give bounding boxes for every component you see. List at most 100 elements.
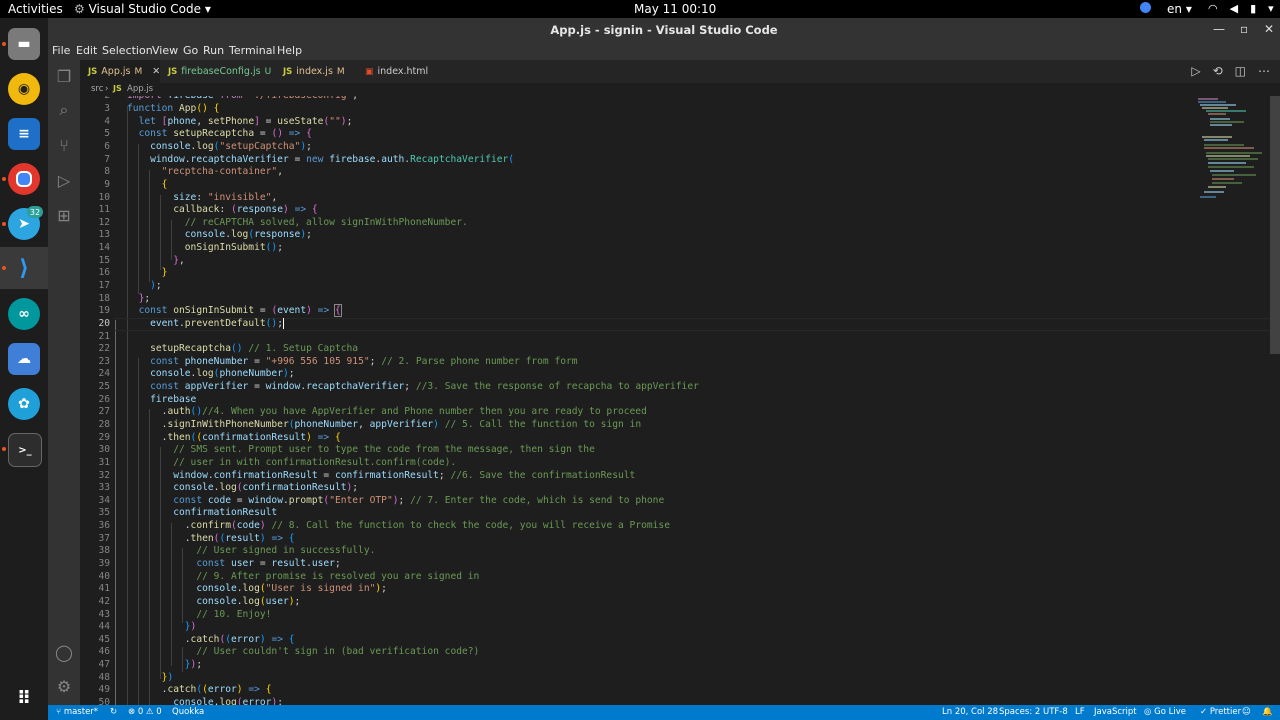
running-indicator <box>2 447 6 451</box>
problems-indicator[interactable]: ⊗ 0 ⚠ 0 <box>128 707 162 717</box>
language-mode[interactable]: JavaScript <box>1094 707 1137 717</box>
js-file-icon: JS <box>113 84 122 93</box>
code-line: 13 console.log(response); <box>98 229 312 240</box>
menu-run[interactable]: Run <box>203 44 224 57</box>
menu-file[interactable]: File <box>52 44 70 57</box>
wifi-icon[interactable]: ◠ <box>1208 2 1218 15</box>
compare-icon[interactable]: ⟲ <box>1213 64 1223 78</box>
code-line: 42 console.log(user); <box>98 596 301 607</box>
files-icon[interactable]: ▬ <box>8 28 40 60</box>
vertical-scrollbar[interactable] <box>1270 96 1280 354</box>
code-line: 22 setupRecaptcha() // 1. Setup Captcha <box>98 343 359 354</box>
menu-edit[interactable]: Edit <box>76 44 97 57</box>
battery-icon[interactable]: ▮ <box>1250 2 1256 15</box>
menu-view[interactable]: View <box>152 44 178 57</box>
minimize-button[interactable]: — <box>1213 22 1225 36</box>
accounts-icon[interactable]: ◯ <box>54 642 74 662</box>
code-editor[interactable]: 2import firebase from "./firebaseConfig"… <box>80 96 1270 705</box>
js-file-icon: JS <box>283 66 293 77</box>
code-line: 37 .then((result) => { <box>98 533 295 544</box>
writer-icon[interactable]: ≡ <box>8 118 40 150</box>
clock[interactable]: May 11 00:10 <box>634 2 716 16</box>
sync-icon[interactable]: ↻ <box>110 707 117 717</box>
tab-firebaseconfig-js[interactable]: JS firebaseConfig.js U <box>160 60 272 83</box>
tab-app-js[interactable]: JS App.js M ✕ <box>80 60 160 83</box>
go-live-button[interactable]: ◎ Go Live <box>1144 707 1186 717</box>
indentation[interactable]: Spaces: 2 <box>999 707 1040 717</box>
tab-index-js[interactable]: JS index.js M <box>275 60 357 83</box>
breadcrumb-file[interactable]: App.js <box>127 84 153 94</box>
chrome-icon[interactable] <box>8 163 40 195</box>
close-window-button[interactable]: ✕ <box>1264 22 1274 36</box>
system-menu-icon[interactable]: ▾ <box>1268 2 1274 15</box>
arduino-icon[interactable]: ∞ <box>8 298 40 330</box>
menu-help[interactable]: Help <box>277 44 302 57</box>
code-line: 18 }; <box>98 293 151 304</box>
menu-go[interactable]: Go <box>183 44 198 57</box>
language-label: en <box>1167 2 1182 16</box>
cursor-position[interactable]: Ln 20, Col 28 <box>942 707 998 717</box>
language-selector[interactable]: en ▾ <box>1167 2 1192 16</box>
terminal-icon[interactable]: >_ <box>8 433 42 467</box>
encoding[interactable]: UTF-8 <box>1043 707 1068 717</box>
search-icon[interactable]: ⌕ <box>54 100 74 120</box>
chrome-tray-icon[interactable] <box>1140 2 1151 13</box>
menu-terminal[interactable]: Terminal <box>229 44 276 57</box>
source-control-icon[interactable]: ⑂ <box>54 135 74 155</box>
volume-icon[interactable]: ◀ <box>1230 2 1238 15</box>
menu-bar: File Edit Selection View Go Run Terminal… <box>48 42 1280 60</box>
running-indicator <box>2 177 6 181</box>
code-line: 43 // 10. Enjoy! <box>98 609 272 620</box>
code-line: 31 // user in with confirmationResult.co… <box>98 457 457 468</box>
maximize-button[interactable]: ▫ <box>1240 22 1248 36</box>
vscode-icon[interactable]: ⟩ <box>8 252 40 284</box>
breadcrumb-folder[interactable]: src <box>91 84 103 94</box>
prettier-status[interactable]: ✓ Prettier <box>1200 707 1241 717</box>
run-debug-icon[interactable]: ▷ <box>54 170 74 190</box>
git-branch-icon: ⑂ <box>56 707 62 717</box>
code-line: 16 } <box>98 267 168 278</box>
app-menu[interactable]: ⚙ Visual Studio Code ▾ <box>74 2 211 16</box>
tab-status: M <box>134 66 143 77</box>
tab-index-html[interactable]: ▣ index.html <box>357 60 439 83</box>
running-indicator <box>2 266 6 270</box>
settings-gear-icon[interactable]: ⚙ <box>54 676 74 696</box>
app-menu-icon: ⚙ <box>74 2 85 16</box>
tab-label: App.js <box>101 66 131 77</box>
more-actions-icon[interactable]: ⋯ <box>1258 64 1270 78</box>
code-line: 47 }); <box>98 659 203 670</box>
broadcast-icon: ◎ <box>1144 707 1152 717</box>
code-line: 14 onSignInSubmit(); <box>98 242 283 253</box>
notifications-icon[interactable]: 🔔 <box>1262 707 1273 717</box>
code-line: 50 console.log(error); <box>98 697 283 705</box>
window-title: App.js - signin - Visual Studio Code <box>550 23 778 37</box>
status-bar: ⑂ master* ↻ ⊗ 0 ⚠ 0 Quokka Ln 20, Col 28… <box>48 705 1280 720</box>
code-line: 2import firebase from "./firebaseConfig"… <box>80 96 1270 103</box>
tab-status: M <box>336 66 345 77</box>
explorer-icon[interactable]: ❐ <box>54 66 74 86</box>
extensions-icon[interactable]: ⊞ <box>54 205 74 225</box>
code-line: 15 }, <box>98 255 185 266</box>
minimap[interactable] <box>1192 96 1270 216</box>
breadcrumb: src › JS App.js <box>80 83 1280 96</box>
quokka-indicator[interactable]: Quokka <box>172 707 204 717</box>
app-grid-icon[interactable]: ⠿ <box>8 682 40 714</box>
feedback-icon[interactable]: ☺ <box>1242 707 1251 717</box>
run-icon[interactable]: ▷ <box>1191 64 1200 78</box>
html-file-icon: ▣ <box>365 66 374 77</box>
code-line: 8 "recptcha-container", <box>104 166 283 177</box>
activities-button[interactable]: Activities <box>8 2 63 16</box>
line-ending[interactable]: LF <box>1075 707 1085 717</box>
close-icon[interactable]: ✕ <box>152 66 160 77</box>
menu-selection[interactable]: Selection <box>102 44 153 57</box>
cloud-icon[interactable]: ☁ <box>8 343 40 375</box>
code-line: 30 // SMS sent. Prompt user to type the … <box>98 444 595 455</box>
editor-tabs: JS App.js M ✕ JS firebaseConfig.js U JS … <box>80 60 1280 83</box>
app-icon[interactable]: ✿ <box>8 388 40 420</box>
code-line: 33 console.log(confirmationResult); <box>98 482 359 493</box>
branch-indicator[interactable]: ⑂ master* <box>56 707 98 717</box>
branch-label: master* <box>63 707 99 717</box>
rhythmbox-icon[interactable]: ◉ <box>8 73 40 105</box>
code-line: 21 <box>98 331 110 342</box>
split-editor-icon[interactable]: ◫ <box>1235 64 1246 78</box>
